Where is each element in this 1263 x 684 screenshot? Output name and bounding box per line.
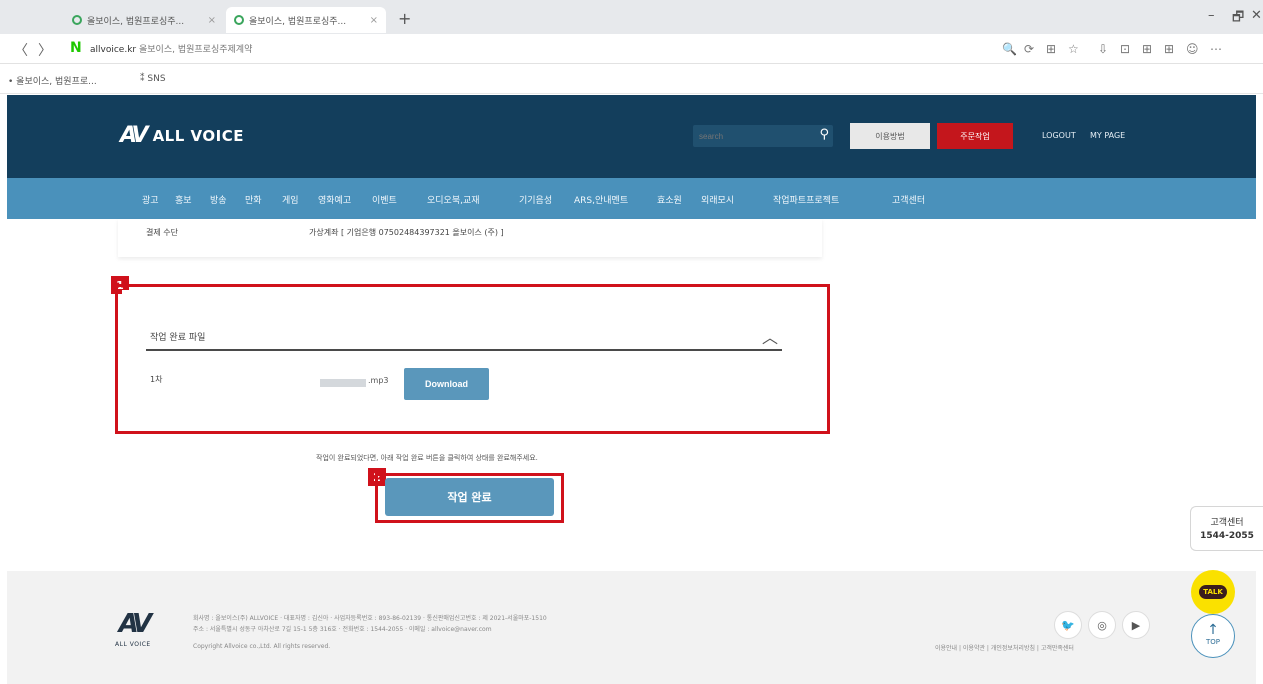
top-label: TOP xyxy=(1205,638,1220,646)
site-footer: AV ALL VOICE 회사명 : 올보이스(주) ALLVOICE · 대표… xyxy=(7,571,1256,684)
browser-tab-title: 올보이스, 법원프로싱주... xyxy=(249,16,347,27)
scroll-top-button[interactable]: ↑ TOP xyxy=(1191,614,1235,658)
menu-item[interactable]: 방송 xyxy=(210,193,227,206)
company-info-line: 회사명 : 올보이스(주) ALLVOICE · 대표자명 : 김신아 · 사업… xyxy=(193,615,547,622)
browser-tab-active[interactable]: 올보이스, 법원프로싱주... × xyxy=(226,7,386,33)
refresh-icon[interactable]: ⟳ xyxy=(1024,42,1034,56)
search-input[interactable] xyxy=(699,129,799,143)
menu-item[interactable]: 광고 xyxy=(142,193,159,206)
file-name-redacted xyxy=(320,379,366,387)
menu-item[interactable]: 효소원 xyxy=(657,193,682,206)
more-icon[interactable]: ⋯ xyxy=(1210,42,1222,56)
payment-info-row: 결제 수단 가상계좌 [ 기업은행 07502484397321 올보이스 (주… xyxy=(118,219,822,257)
naver-logo-icon: N xyxy=(70,40,82,56)
file-round-label: 1차 xyxy=(150,375,163,384)
menu-item[interactable]: 외래모시 xyxy=(701,193,734,206)
address-bar[interactable]: allvoice.kr 올보이스, 법원프로싱주제계약 xyxy=(90,42,252,55)
browser-tab[interactable]: 올보이스, 법원프로싱주... × xyxy=(64,7,224,33)
back-button[interactable]: 〈 xyxy=(14,40,28,60)
site-favicon-icon xyxy=(234,15,244,25)
completion-notice: 작업이 완료되었다면, 아래 작업 완료 버튼을 클릭하여 상태를 완료해주세요… xyxy=(316,454,538,462)
browser-tab-title: 올보이스, 법원프로싱주... xyxy=(87,16,185,27)
site-logo-text: ALL VOICE xyxy=(152,126,244,145)
footer-logo-text: ALL VOICE xyxy=(115,641,151,648)
window-close-button[interactable]: ✕ xyxy=(1251,8,1262,23)
tab-close-icon[interactable]: × xyxy=(208,15,216,26)
menu-item[interactable]: 오디오북,교재 xyxy=(427,193,480,206)
site-header: AV ALL VOICE ⚲ 이용방법 주문작업 LOGOUT MY PAGE xyxy=(7,95,1256,178)
payment-method-value: 가상계좌 [ 기업은행 07502484397321 올보이스 (주) ] xyxy=(309,228,504,237)
order-button[interactable]: 주문작업 xyxy=(937,123,1013,149)
menu-item[interactable]: 만화 xyxy=(245,193,262,206)
menu-item[interactable]: 게임 xyxy=(282,193,299,206)
mypage-link[interactable]: MY PAGE xyxy=(1090,131,1125,140)
reader-icon[interactable]: ⊞ xyxy=(1046,42,1056,56)
menu-item[interactable]: 고객센터 xyxy=(892,193,925,206)
file-extension: .mp3 xyxy=(368,376,389,385)
bookmark-item[interactable]: • 올보이스, 법원프로... xyxy=(8,74,97,87)
tab-close-icon[interactable]: × xyxy=(370,15,378,26)
menu-item[interactable]: 홍보 xyxy=(175,193,192,206)
star-icon[interactable]: ☆ xyxy=(1068,42,1079,56)
download-button[interactable]: Download xyxy=(404,368,489,400)
search-icon[interactable]: 🔍 xyxy=(1002,42,1017,56)
extension-icon[interactable]: ⊡ xyxy=(1120,42,1130,56)
browser-tab-bar: 올보이스, 법원프로싱주... × 올보이스, 법원프로싱주... × + – … xyxy=(0,0,1263,34)
completed-file-section: 작업 완료 파일 ︿ 1차 .mp3 Download xyxy=(122,290,820,427)
allvoice-logo-icon: AV xyxy=(120,123,148,148)
customer-center-label: 고객센터 xyxy=(1210,518,1244,528)
site-search: ⚲ xyxy=(693,125,833,147)
menu-item[interactable]: 기기음성 xyxy=(519,193,552,206)
site-favicon-icon xyxy=(72,15,82,25)
customer-center-phone: 1544-2055 xyxy=(1200,531,1254,541)
youtube-icon[interactable]: ▶ xyxy=(1122,611,1150,639)
guide-button[interactable]: 이용방법 xyxy=(850,123,930,149)
completed-file-title: 작업 완료 파일 xyxy=(150,333,206,343)
menu-item[interactable]: 이벤트 xyxy=(372,193,397,206)
address-site: allvoice.kr xyxy=(90,45,137,55)
payment-method-label: 결제 수단 xyxy=(146,228,178,237)
logout-link[interactable]: LOGOUT xyxy=(1042,131,1076,140)
profile-icon[interactable]: ☺ xyxy=(1186,42,1199,56)
download-icon[interactable]: ⇩ xyxy=(1098,42,1108,56)
instagram-icon[interactable]: ◎ xyxy=(1088,611,1116,639)
window-restore-button[interactable]: 🗗 xyxy=(1232,8,1244,30)
main-menu: 광고 홍보 방송 만화 게임 영화예고 이벤트 오디오북,교재 기기음성 ARS… xyxy=(7,178,1256,219)
search-icon[interactable]: ⚲ xyxy=(819,127,829,142)
kakaotalk-button[interactable]: TALK xyxy=(1191,570,1235,614)
site-logo[interactable]: AV ALL VOICE xyxy=(120,123,244,148)
allvoice-logo-icon: AV xyxy=(118,609,152,639)
customer-center-widget[interactable]: 고객센터 1544-2055 xyxy=(1190,506,1263,551)
twitter-icon[interactable]: 🐦 xyxy=(1054,611,1082,639)
complete-work-button[interactable]: 작업 완료 xyxy=(385,478,554,516)
screenshot-icon[interactable]: ⊞ xyxy=(1164,42,1174,56)
footer-links[interactable]: 이용안내 | 이용약관 | 개인정보처리방침 | 고객만족센터 xyxy=(935,643,1074,652)
collapse-chevron-up-icon[interactable]: ︿ xyxy=(762,324,778,348)
window-minimize-button[interactable]: – xyxy=(1208,8,1215,23)
bookmark-bar: • 올보이스, 법원프로... ⁑ SNS xyxy=(0,64,1263,94)
forward-button[interactable]: 〉 xyxy=(38,40,52,60)
footer-logo: AV ALL VOICE xyxy=(115,609,152,648)
collection-icon[interactable]: ⊞ xyxy=(1142,42,1152,56)
menu-item[interactable]: 작업파트프로젝트 xyxy=(773,193,839,206)
bookmark-item[interactable]: ⁑ SNS xyxy=(140,74,166,84)
arrow-up-icon: ↑ xyxy=(1207,622,1219,638)
menu-item[interactable]: ARS,안내멘트 xyxy=(574,193,628,206)
section-divider xyxy=(146,349,782,351)
menu-item[interactable]: 영화예고 xyxy=(318,193,351,206)
copyright-line: Copyright Allvoice co.,Ltd. All rights r… xyxy=(193,643,331,650)
address-title: 올보이스, 법원프로싱주제계약 xyxy=(138,45,253,55)
kakaotalk-icon: TALK xyxy=(1199,585,1227,599)
new-tab-button[interactable]: + xyxy=(398,9,411,28)
company-info-line: 주소 : 서울특별시 성동구 아차산로 7길 15-1 5층 316호 · 전화… xyxy=(193,626,492,633)
browser-toolbar: 〈 〉 N allvoice.kr 올보이스, 법원프로싱주제계약 🔍 ⟳ ⊞ … xyxy=(0,34,1263,64)
